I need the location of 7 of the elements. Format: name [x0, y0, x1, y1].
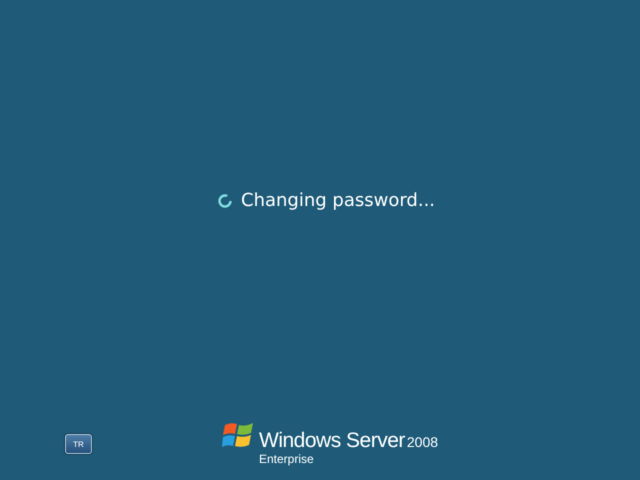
- product-name: Windows Server: [259, 429, 405, 453]
- spinner-icon: [217, 192, 233, 208]
- product-edition: Enterprise: [259, 452, 315, 466]
- language-button[interactable]: TR: [65, 434, 92, 454]
- flag-logo-icon: [222, 420, 256, 450]
- status-message: Changing password...: [241, 190, 436, 211]
- product-version: 2008: [406, 434, 438, 450]
